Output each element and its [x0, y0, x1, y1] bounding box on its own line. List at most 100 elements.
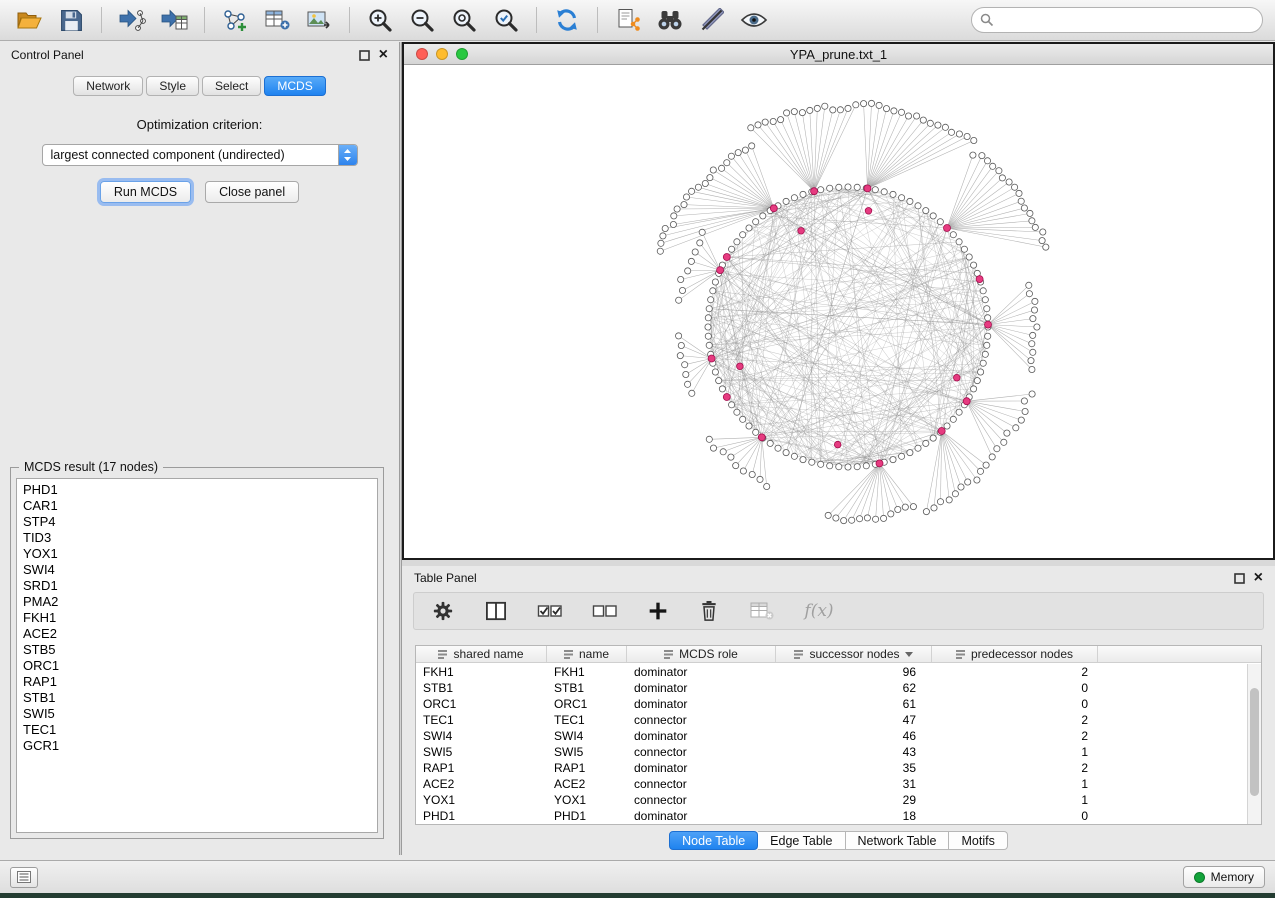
- network-graph[interactable]: [404, 65, 1273, 558]
- mcds-result-item[interactable]: TID3: [17, 530, 377, 546]
- close-panel-button[interactable]: Close panel: [205, 181, 299, 203]
- tab-style[interactable]: Style: [146, 76, 199, 96]
- mcds-result-item[interactable]: STP4: [17, 514, 377, 530]
- criterion-dropdown[interactable]: largest connected component (undirected): [42, 144, 358, 166]
- apply-layout-button[interactable]: [549, 4, 585, 36]
- table-row[interactable]: SWI4SWI4dominator462: [416, 728, 1247, 744]
- zoom-in-icon: [367, 7, 393, 33]
- mcds-result-item[interactable]: SRD1: [17, 578, 377, 594]
- scrollbar-thumb[interactable]: [1250, 688, 1259, 796]
- table-cell: dominator: [627, 729, 776, 743]
- tab-node-table[interactable]: Node Table: [669, 831, 758, 850]
- zoom-fit-button[interactable]: [446, 4, 482, 36]
- mcds-result-item[interactable]: ACE2: [17, 626, 377, 642]
- table-row[interactable]: PHD1PHD1dominator180: [416, 808, 1247, 824]
- column-header-shared-name[interactable]: shared name: [416, 646, 547, 662]
- table-row[interactable]: SWI5SWI5connector431: [416, 744, 1247, 760]
- float-icon[interactable]: [359, 50, 370, 61]
- import-table-button[interactable]: [156, 4, 192, 36]
- zoom-selected-button[interactable]: [488, 4, 524, 36]
- network-canvas[interactable]: [404, 65, 1273, 558]
- memory-button[interactable]: Memory: [1183, 866, 1265, 888]
- mcds-result-item[interactable]: PMA2: [17, 594, 377, 610]
- mcds-result-item[interactable]: RAP1: [17, 674, 377, 690]
- mcds-result-title: MCDS result (17 nodes): [19, 460, 163, 474]
- column-header-name[interactable]: name: [547, 646, 627, 662]
- split-columns-button[interactable]: [482, 595, 510, 627]
- column-header-mcds-role[interactable]: MCDS role: [627, 646, 776, 662]
- table-row[interactable]: TEC1TEC1connector472: [416, 712, 1247, 728]
- delete-column-button[interactable]: [696, 595, 722, 627]
- tab-mcds[interactable]: MCDS: [264, 76, 325, 96]
- search-input[interactable]: [971, 7, 1263, 33]
- minimize-traffic-light[interactable]: [436, 48, 448, 60]
- table-settings-button[interactable]: [429, 595, 457, 627]
- close-icon[interactable]: ×: [379, 49, 388, 61]
- mcds-result-item[interactable]: STB5: [17, 642, 377, 658]
- maximize-traffic-light[interactable]: [456, 48, 468, 60]
- optimization-criterion-label: Optimization criterion:: [0, 117, 399, 132]
- tab-network-table[interactable]: Network Table: [846, 831, 950, 850]
- new-table-icon: [264, 8, 290, 32]
- table-row[interactable]: FKH1FKH1dominator962: [416, 664, 1247, 680]
- table-panel-title: Table Panel: [414, 571, 477, 585]
- table-cell: 29: [776, 793, 932, 807]
- tab-network[interactable]: Network: [73, 76, 143, 96]
- mcds-result-item[interactable]: GCR1: [17, 738, 377, 754]
- status-menu-button[interactable]: [10, 867, 38, 888]
- zoom-in-button[interactable]: [362, 4, 398, 36]
- table-row[interactable]: RAP1RAP1dominator352: [416, 760, 1247, 776]
- table-cell: PHD1: [547, 809, 627, 823]
- mcds-result-item[interactable]: CAR1: [17, 498, 377, 514]
- mcds-result-item[interactable]: TEC1: [17, 722, 377, 738]
- float-icon[interactable]: [1234, 573, 1245, 584]
- table-row[interactable]: STB1STB1dominator620: [416, 680, 1247, 696]
- column-header-predecessor-nodes[interactable]: predecessor nodes: [932, 646, 1098, 662]
- table-cell: YOX1: [547, 793, 627, 807]
- open-session-button[interactable]: [11, 4, 47, 36]
- run-mcds-button[interactable]: Run MCDS: [100, 181, 191, 203]
- table-cell: STB1: [416, 681, 547, 695]
- deselect-all-button[interactable]: [590, 595, 620, 627]
- table-row[interactable]: YOX1YOX1connector291: [416, 792, 1247, 808]
- import-network-icon: [118, 8, 146, 32]
- first-neighbors-button[interactable]: [652, 4, 688, 36]
- column-header-successor-nodes[interactable]: successor nodes: [776, 646, 932, 662]
- select-all-button[interactable]: [535, 595, 565, 627]
- export-image-button[interactable]: [301, 4, 337, 36]
- table-row[interactable]: ACE2ACE2connector311: [416, 776, 1247, 792]
- mcds-result-item[interactable]: YOX1: [17, 546, 377, 562]
- checked-boxes-icon: [537, 602, 563, 620]
- mcds-result-item[interactable]: STB1: [17, 690, 377, 706]
- delete-table-button[interactable]: [747, 595, 777, 627]
- add-column-button[interactable]: [645, 595, 671, 627]
- mcds-result-item[interactable]: SWI4: [17, 562, 377, 578]
- table-row[interactable]: ORC1ORC1dominator610: [416, 696, 1247, 712]
- zoom-out-button[interactable]: [404, 4, 440, 36]
- share-document-button[interactable]: [610, 4, 646, 36]
- close-traffic-light[interactable]: [416, 48, 428, 60]
- mcds-result-item[interactable]: SWI5: [17, 706, 377, 722]
- table-scrollbar[interactable]: [1247, 664, 1261, 824]
- mcds-result-item[interactable]: PHD1: [17, 482, 377, 498]
- tab-motifs[interactable]: Motifs: [949, 831, 1007, 850]
- zoom-fit-icon: [451, 7, 477, 33]
- close-icon[interactable]: ×: [1254, 572, 1263, 584]
- show-all-button[interactable]: [736, 4, 772, 36]
- eye-icon: [740, 10, 768, 30]
- column-label: shared name: [453, 647, 523, 661]
- tab-edge-table[interactable]: Edge Table: [758, 831, 845, 850]
- new-network-button[interactable]: [217, 4, 253, 36]
- save-session-button[interactable]: [53, 4, 89, 36]
- gear-icon: [432, 600, 454, 622]
- import-network-button[interactable]: [114, 4, 150, 36]
- main-toolbar: [0, 0, 1275, 41]
- new-table-button[interactable]: [259, 4, 295, 36]
- mcds-result-item[interactable]: ORC1: [17, 658, 377, 674]
- function-builder-button[interactable]: f(x): [802, 595, 836, 627]
- mcds-result-item[interactable]: FKH1: [17, 610, 377, 626]
- mcds-result-list[interactable]: PHD1CAR1STP4TID3YOX1SWI4SRD1PMA2FKH1ACE2…: [16, 478, 378, 833]
- tab-select[interactable]: Select: [202, 76, 261, 96]
- hide-selected-button[interactable]: [694, 4, 730, 36]
- table-cell: YOX1: [416, 793, 547, 807]
